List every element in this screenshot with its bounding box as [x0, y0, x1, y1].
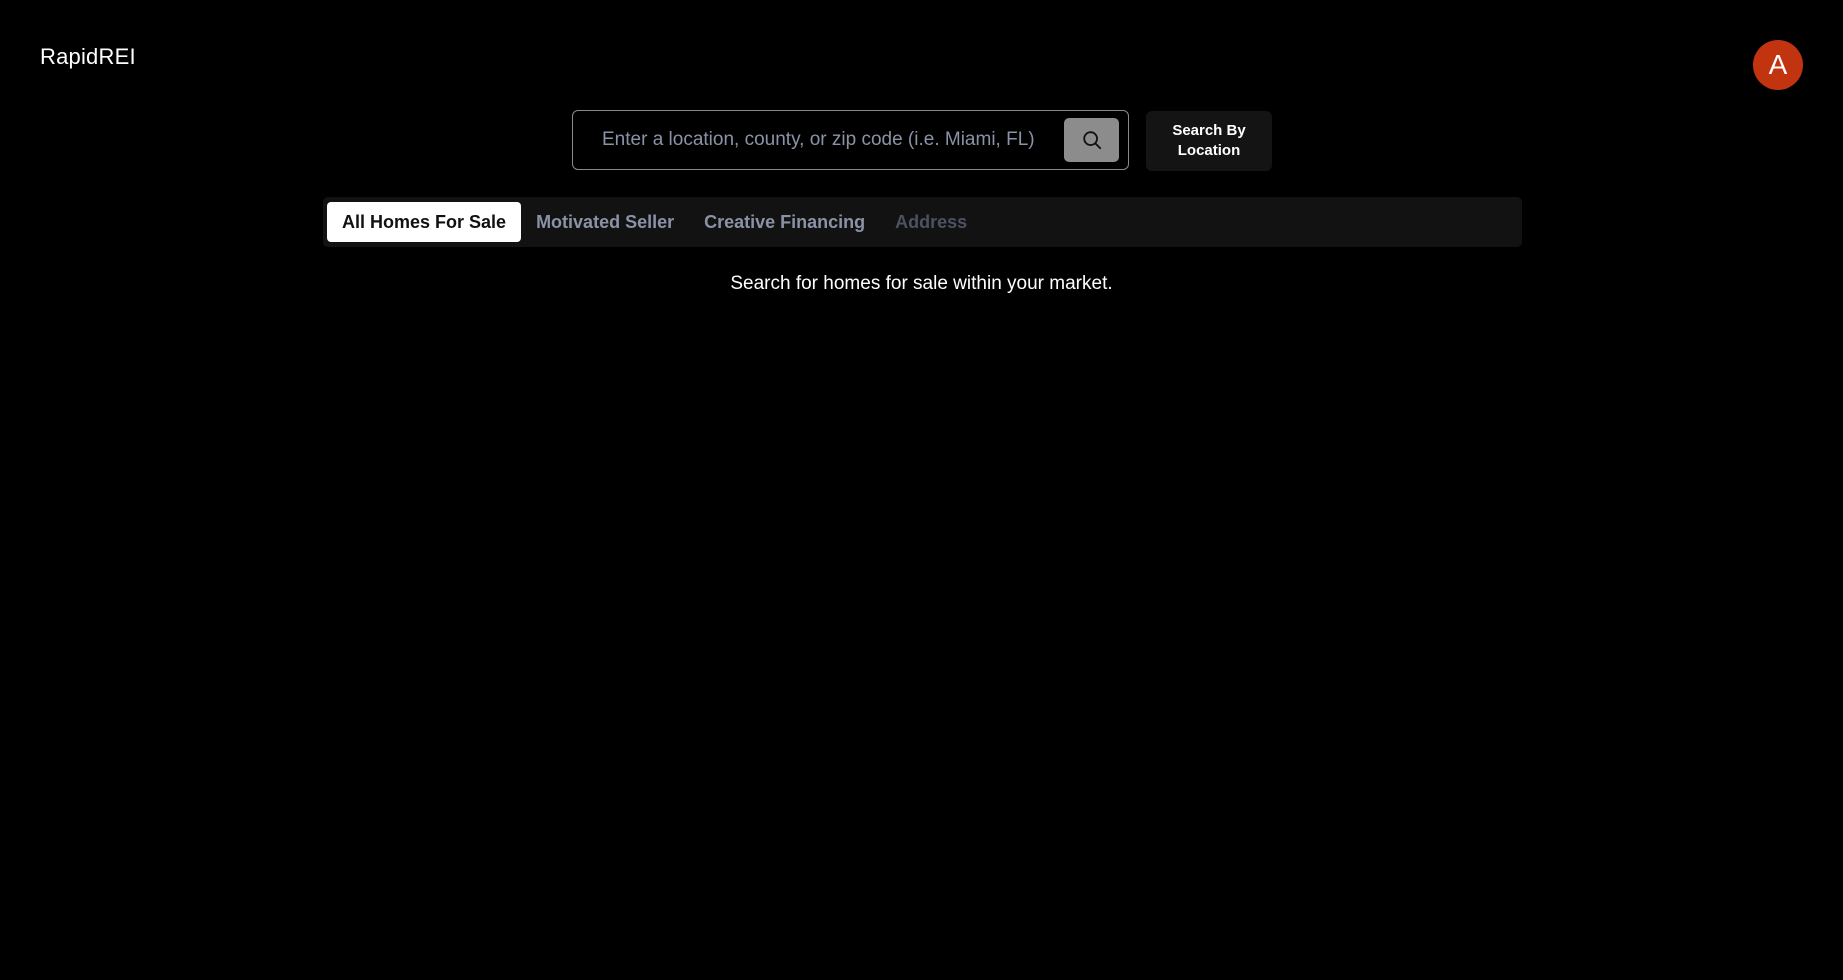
search-submit-button[interactable]: [1064, 118, 1119, 162]
search-bar: [572, 110, 1129, 170]
listing-filter-tabs: All Homes For Sale Motivated Seller Crea…: [323, 197, 1522, 247]
tab-creative-financing[interactable]: Creative Financing: [689, 202, 880, 242]
search-hint-text: Search for homes for sale within your ma…: [730, 273, 1113, 294]
user-avatar[interactable]: A: [1753, 40, 1803, 90]
search-by-location-button[interactable]: Search By Location: [1146, 111, 1272, 171]
tab-address: Address: [895, 211, 968, 232]
page: RapidREI A Search By Location All Homes …: [0, 0, 1843, 980]
brand-logo[interactable]: RapidREI: [40, 44, 136, 70]
tab-motivated-seller[interactable]: Motivated Seller: [521, 202, 689, 242]
location-search-input[interactable]: [573, 111, 1064, 169]
avatar-initial: A: [1768, 49, 1788, 80]
tab-all-homes-for-sale[interactable]: All Homes For Sale: [327, 202, 522, 242]
search-icon: [1081, 129, 1103, 151]
